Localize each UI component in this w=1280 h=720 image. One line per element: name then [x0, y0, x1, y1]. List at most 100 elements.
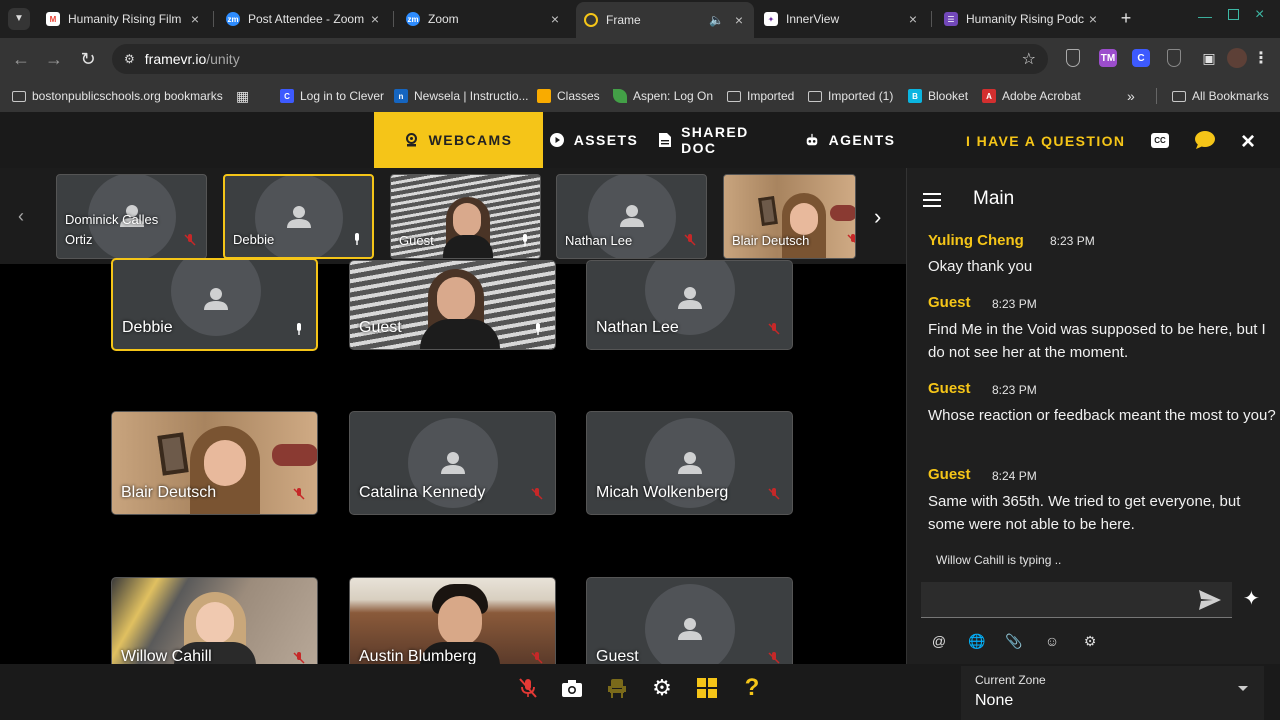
participant-name: Micah Wolkenberg [596, 484, 729, 501]
close-icon[interactable]: × [1086, 11, 1100, 27]
tab-assets[interactable]: ASSETS [549, 112, 637, 168]
bookmark-clever[interactable]: C Log in to Clever [280, 86, 384, 106]
new-tab-icon[interactable]: + [1116, 8, 1136, 28]
close-icon[interactable]: × [368, 11, 382, 27]
participant-name: Guest [596, 648, 639, 664]
grid-tile-guest[interactable]: Guest [349, 260, 556, 350]
grid-tile-micah[interactable]: Micah Wolkenberg [586, 411, 793, 515]
tab-post-attendee-zoom[interactable]: zm Post Attendee - Zoom × [218, 6, 390, 32]
forward-icon[interactable]: → [43, 48, 65, 70]
close-icon[interactable]: × [732, 12, 746, 28]
webcam-icon [405, 133, 419, 147]
settings-icon[interactable]: ⚙ [1081, 632, 1099, 650]
menu-dots-icon[interactable]: ⋮ [1252, 49, 1270, 67]
strip-next-icon[interactable]: › [874, 204, 881, 230]
strip-tile-nathan[interactable]: Nathan Lee [556, 174, 707, 259]
tab-agents[interactable]: AGENTS [804, 112, 896, 168]
strip-prev-icon[interactable]: ‹ [18, 206, 24, 227]
person-icon [678, 287, 702, 309]
strip-tile-blair[interactable]: Blair Deutsch [723, 174, 856, 259]
bookmark-blooket[interactable]: B Blooket [908, 86, 968, 106]
emoji-icon[interactable]: ☺ [1043, 632, 1061, 650]
clever-extension-icon[interactable]: C [1132, 49, 1150, 67]
back-icon[interactable]: ← [10, 48, 32, 70]
tab-humanity-rising-film[interactable]: M Humanity Rising Film × [38, 6, 210, 32]
apps-grid-icon[interactable]: ▦ [236, 86, 249, 106]
grid-tile-debbie[interactable]: Debbie [111, 258, 318, 351]
send-icon[interactable] [1199, 590, 1221, 615]
bookmark-bps[interactable]: bostonpublicschools.org bookmarks [12, 86, 223, 106]
strip-tile-debbie[interactable]: Debbie [223, 174, 374, 259]
seat-icon[interactable] [605, 676, 629, 700]
grid-tile-guest-2[interactable]: Guest [586, 577, 793, 664]
shield-outline-extension-icon[interactable] [1167, 49, 1181, 67]
camera-icon[interactable] [560, 676, 584, 700]
bookmark-adobe[interactable]: A Adobe Acrobat [982, 86, 1081, 106]
bookmark-star-icon[interactable]: ☆ [1022, 49, 1036, 69]
tab-innerview[interactable]: ✦ InnerView × [756, 6, 928, 32]
extensions-puzzle-icon[interactable]: ▣ [1200, 49, 1218, 67]
globe-icon[interactable]: 🌐 [968, 632, 986, 650]
participant-name: Blair Deutsch [732, 233, 810, 248]
bookmark-aspen[interactable]: Aspen: Log On [613, 86, 713, 106]
grid-tile-austin[interactable]: Austin Blumberg [349, 577, 556, 664]
person-icon [204, 288, 228, 310]
bookmark-imported[interactable]: Imported [727, 86, 794, 106]
strip-tile-guest[interactable]: Guest [390, 174, 541, 259]
question-button[interactable]: I HAVE A QUESTION [966, 133, 1125, 149]
mention-icon[interactable]: @ [930, 632, 948, 650]
gear-icon[interactable]: ⚙ [650, 675, 674, 700]
chat-menu-icon[interactable] [923, 193, 941, 207]
mic-off-icon [768, 488, 780, 500]
site-info-icon[interactable]: ⚙ [124, 52, 135, 66]
bookmark-imported-1[interactable]: Imported (1) [808, 86, 893, 106]
grid-tile-blair[interactable]: Blair Deutsch [111, 411, 318, 515]
mic-off-icon [531, 652, 543, 664]
mic-off-icon[interactable] [516, 676, 540, 700]
close-icon[interactable]: × [906, 11, 920, 27]
participant-name: Willow Cahill [121, 648, 212, 664]
tab-frame[interactable]: Frame 🔈 × [576, 2, 754, 38]
person-icon [441, 452, 465, 474]
close-icon[interactable]: × [548, 11, 562, 27]
speaker-icon[interactable]: 🔈 [709, 13, 724, 27]
tab-zoom[interactable]: zm Zoom × [398, 6, 570, 32]
tab-humanity-rising-podcast[interactable]: ☰ Humanity Rising Podc × [936, 6, 1108, 32]
minimize-icon[interactable]: — [1198, 8, 1212, 24]
zoom-icon: zm [406, 12, 420, 26]
message-author: Guest [928, 294, 971, 311]
help-icon[interactable]: ? [740, 674, 764, 701]
more-bookmarks-icon[interactable]: » [1127, 86, 1135, 106]
tm-extension-icon[interactable]: TM [1099, 49, 1117, 67]
profile-icon[interactable] [1227, 48, 1247, 68]
bookmark-classes[interactable]: Classes [537, 86, 600, 106]
grid-tile-nathan[interactable]: Nathan Lee [586, 260, 793, 350]
restore-icon[interactable] [1228, 9, 1239, 20]
mic-off-icon [184, 234, 196, 246]
shield-extension-icon[interactable] [1066, 49, 1080, 67]
close-window-icon[interactable]: × [1255, 6, 1264, 24]
bookmark-newsela[interactable]: n Newsela | Instructio... [394, 86, 529, 106]
close-icon[interactable]: × [1241, 130, 1255, 154]
grid-layout-icon[interactable] [695, 676, 719, 700]
grid-tile-catalina[interactable]: Catalina Kennedy [349, 411, 556, 515]
address-bar[interactable]: ⚙ framevr.io/unity ☆ [112, 44, 1048, 74]
participant-name: Debbie [122, 319, 173, 336]
close-icon[interactable]: × [188, 11, 202, 27]
tab-webcams[interactable]: WEBCAMS [374, 112, 543, 168]
chat-input[interactable] [921, 582, 1232, 618]
closed-captions-icon[interactable]: CC [1151, 133, 1169, 148]
reload-icon[interactable]: ↻ [77, 48, 99, 70]
ai-sparkle-icon[interactable]: ✦ [1243, 588, 1260, 610]
attachment-icon[interactable]: 📎 [1005, 632, 1023, 650]
chat-bubble-icon[interactable] [1195, 131, 1215, 154]
grid-tile-willow[interactable]: Willow Cahill [111, 577, 318, 664]
tab-shared-doc[interactable]: SHARED DOC [658, 112, 782, 168]
strip-tile-dominick[interactable]: Dominick Calles Ortiz [56, 174, 207, 259]
current-zone-select[interactable]: Current Zone None [961, 666, 1264, 720]
bookmark-all[interactable]: All Bookmarks [1172, 86, 1269, 106]
tab-search-button[interactable]: ▼ [8, 8, 30, 30]
participant-name: Blair Deutsch [121, 484, 217, 501]
participant-name: Dominick Calles Ortiz [65, 212, 159, 247]
chat-title: Main [973, 188, 1015, 209]
